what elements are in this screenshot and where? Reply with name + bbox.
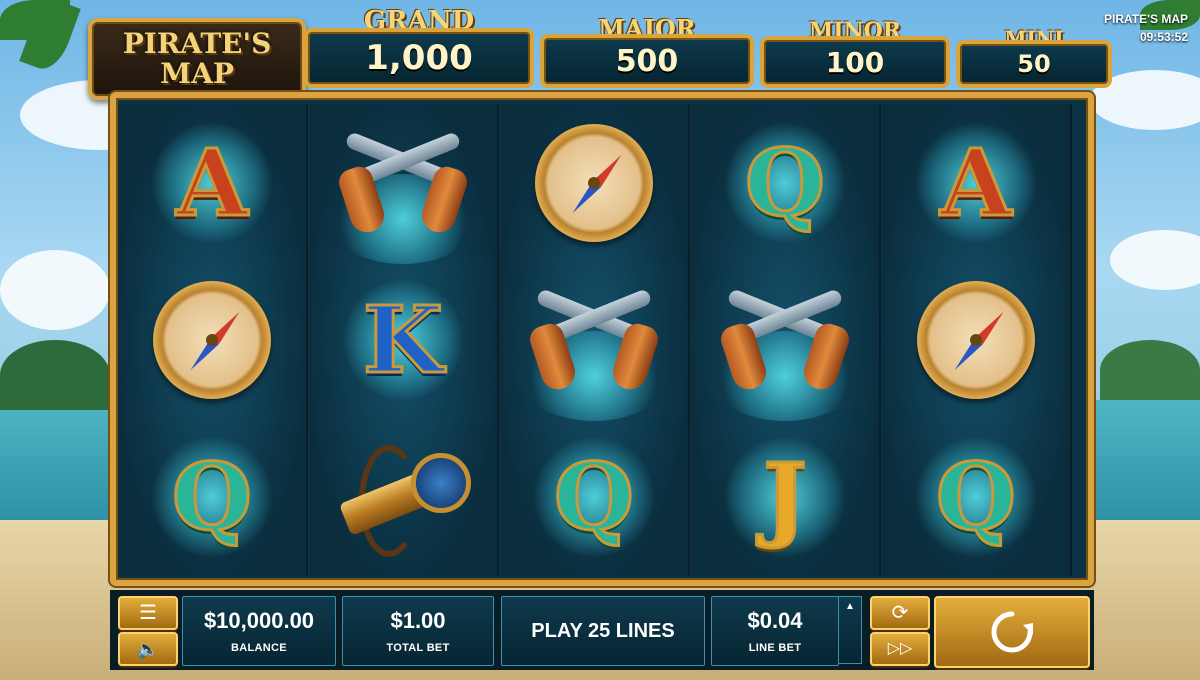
line-bet-label: LINE BET <box>748 642 802 654</box>
symbol-a: A <box>175 128 249 237</box>
jackpot-major: MAJOR 500 <box>540 14 754 88</box>
menu-button[interactable]: ☰ <box>118 596 178 630</box>
symbol-cell <box>500 104 688 261</box>
fast-forward-icon: ▷▷ <box>887 640 913 657</box>
island <box>0 340 110 410</box>
compass-icon <box>153 280 271 399</box>
hamburger-menu-icon: ☰ <box>139 602 157 624</box>
symbol-cell: Q <box>882 418 1070 575</box>
autoplay-button[interactable]: ⟳ <box>870 596 930 630</box>
symbol-cell <box>309 104 497 264</box>
logo-line2: MAP <box>160 57 234 90</box>
play-lines-label: PLAY 25 LINES <box>531 619 675 642</box>
game-logo: PIRATE'S MAP <box>88 18 306 100</box>
compass-icon <box>535 123 653 242</box>
clock: 09:53:52 <box>1139 30 1188 44</box>
spin-arrow-icon <box>991 611 1033 653</box>
crossed-pistols-icon <box>524 280 664 400</box>
sound-button[interactable]: 🔈 <box>118 632 178 666</box>
jackpot-box: 50 <box>956 40 1112 88</box>
line-bet-panel[interactable]: $0.04 LINE BET <box>711 596 839 666</box>
symbol-cell: K <box>309 261 497 418</box>
jackpot-mini: MINI 50 <box>956 26 1112 88</box>
symbol-cell: J <box>691 418 879 575</box>
spyglass-icon <box>333 437 473 557</box>
symbol-cell <box>500 261 688 421</box>
speaker-icon: 🔈 <box>136 639 160 659</box>
island <box>1100 340 1200 400</box>
jackpot-box: 500 <box>540 34 754 88</box>
reel-4: QJ <box>691 104 881 576</box>
crossed-pistols-icon <box>333 123 473 243</box>
total-bet-panel: $1.00 TOTAL BET <box>342 596 494 666</box>
line-bet-increase-button[interactable]: ▲ <box>838 596 862 664</box>
refresh-arrows-icon: ⟳ <box>891 602 909 624</box>
reel-2: K <box>309 104 499 576</box>
jackpot-grand: GRAND 1,000 <box>304 6 534 88</box>
spin-button[interactable] <box>934 596 1090 668</box>
symbol-q: Q <box>934 442 1017 551</box>
symbol-cell: Q <box>691 104 879 261</box>
symbol-cell: A <box>882 104 1070 261</box>
triangle-up-icon: ▲ <box>845 601 855 612</box>
symbol-q: Q <box>552 442 635 551</box>
balance-value: $10,000.00 <box>203 608 315 633</box>
symbol-a: A <box>939 128 1013 237</box>
symbol-q: Q <box>743 128 826 237</box>
reel-frame: AQKQQJAQ <box>110 92 1094 586</box>
reel-5: AQ <box>882 104 1072 576</box>
jackpot-value: 50 <box>1017 50 1051 78</box>
cloud <box>0 250 110 330</box>
symbol-cell <box>882 261 1070 418</box>
symbol-cell: Q <box>118 418 306 575</box>
crossed-pistols-icon <box>715 280 855 400</box>
fast-forward-button[interactable]: ▷▷ <box>870 632 930 666</box>
reel-3: Q <box>500 104 690 576</box>
symbol-cell <box>691 261 879 421</box>
reel-1: AQ <box>118 104 308 576</box>
jackpot-value: 100 <box>825 45 885 79</box>
jackpot-minor: MINOR 100 <box>760 18 950 88</box>
jackpot-value: 1,000 <box>365 38 473 78</box>
symbol-j: J <box>762 442 808 551</box>
symbol-k: K <box>362 285 445 394</box>
game-title-text: PIRATE'S MAP <box>1104 12 1188 26</box>
logo-line1: PIRATE'S <box>122 27 272 60</box>
total-bet-value: $1.00 <box>390 608 446 633</box>
play-lines-button[interactable]: PLAY 25 LINES <box>501 596 705 666</box>
jackpot-value: 500 <box>615 43 679 79</box>
total-bet-label: TOTAL BET <box>386 642 450 654</box>
cloud <box>1110 230 1200 290</box>
symbol-cell <box>309 418 497 575</box>
symbol-q: Q <box>170 442 253 551</box>
symbol-cell <box>118 261 306 418</box>
compass-icon <box>917 280 1035 399</box>
jackpot-box: 1,000 <box>304 28 534 88</box>
jackpot-box: 100 <box>760 36 950 88</box>
window-title: PIRATE'S MAP 09:53:52 <box>1104 10 1188 46</box>
line-bet-value: $0.04 <box>747 608 803 633</box>
balance-panel: $10,000.00 BALANCE <box>182 596 336 666</box>
symbol-cell: A <box>118 104 306 261</box>
symbol-cell: Q <box>500 418 688 575</box>
balance-label: BALANCE <box>231 642 287 654</box>
